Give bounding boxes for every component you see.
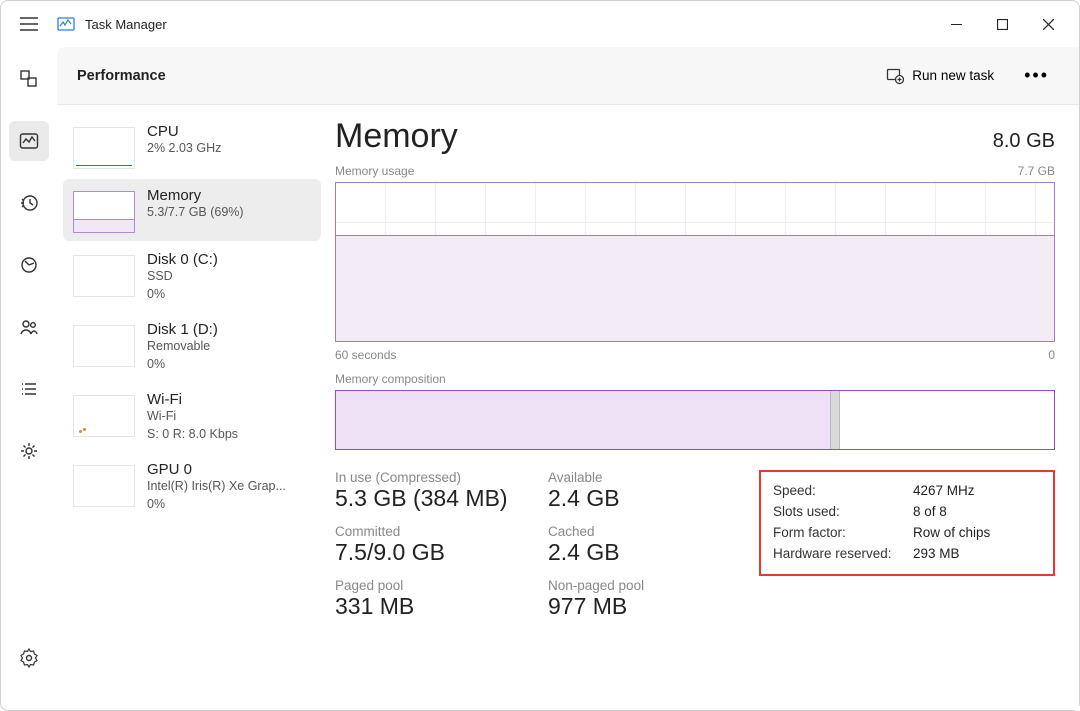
run-new-task-label: Run new task xyxy=(912,68,994,83)
nav-performance[interactable] xyxy=(9,121,49,161)
minimize-button[interactable] xyxy=(933,4,979,44)
nav-startup[interactable] xyxy=(9,245,49,285)
close-button[interactable] xyxy=(1025,4,1071,44)
maximize-button[interactable] xyxy=(979,4,1025,44)
memory-thumbnail xyxy=(73,191,135,233)
app-title: Task Manager xyxy=(85,17,167,32)
xaxis-left: 60 seconds xyxy=(335,348,396,362)
memory-details-box: Speed:4267 MHz Slots used:8 of 8 Form fa… xyxy=(759,470,1055,576)
card-memory[interactable]: Memory 5.3/7.7 GB (69%) xyxy=(63,179,321,241)
detail-title: Memory xyxy=(335,117,458,156)
detail-panel: Memory 8.0 GB Memory usage 7.7 GB 60 sec… xyxy=(327,105,1079,710)
card-disk0[interactable]: Disk 0 (C:) SSD 0% xyxy=(63,243,321,311)
card-gpu0[interactable]: GPU 0 Intel(R) Iris(R) Xe Grap... 0% xyxy=(63,453,321,521)
in-use-label: In use (Compressed) xyxy=(335,470,540,485)
usage-label: Memory usage xyxy=(335,164,414,178)
card-subtitle: 5.3/7.7 GB (69%) xyxy=(147,204,244,222)
card-title: Memory xyxy=(147,187,244,204)
reserved-label: Hardware reserved: xyxy=(773,546,913,561)
nav-details[interactable] xyxy=(9,369,49,409)
slots-label: Slots used: xyxy=(773,504,913,519)
speed-value: 4267 MHz xyxy=(913,483,975,498)
window: Task Manager xyxy=(0,0,1080,711)
detail-total: 8.0 GB xyxy=(993,130,1055,153)
wifi-thumbnail xyxy=(73,395,135,437)
app-icon xyxy=(57,15,75,33)
run-new-task-button[interactable]: Run new task xyxy=(876,61,1004,91)
card-subtitle: SSD xyxy=(147,268,218,286)
card-subtitle2: 0% xyxy=(147,356,218,374)
card-subtitle: Wi-Fi xyxy=(147,408,238,426)
card-disk1[interactable]: Disk 1 (D:) Removable 0% xyxy=(63,313,321,381)
form-value: Row of chips xyxy=(913,525,990,540)
page-header: Performance Run new task ••• xyxy=(57,47,1079,105)
committed-label: Committed xyxy=(335,524,540,539)
composition-label: Memory composition xyxy=(335,372,1055,386)
card-title: GPU 0 xyxy=(147,461,286,478)
page-title: Performance xyxy=(77,68,166,84)
reserved-value: 293 MB xyxy=(913,546,960,561)
memory-composition-chart xyxy=(335,390,1055,450)
xaxis-right: 0 xyxy=(1048,348,1055,362)
performance-cards: CPU 2% 2.03 GHz Memory 5.3/7.7 GB (69%) xyxy=(57,105,327,710)
committed-value: 7.5/9.0 GB xyxy=(335,539,540,566)
card-subtitle2: 0% xyxy=(147,286,218,304)
form-label: Form factor: xyxy=(773,525,913,540)
card-title: Wi-Fi xyxy=(147,391,238,408)
card-subtitle: 2% 2.03 GHz xyxy=(147,140,221,158)
nav-rail xyxy=(1,47,57,710)
memory-usage-chart xyxy=(335,182,1055,342)
more-options[interactable]: ••• xyxy=(1014,59,1059,92)
card-title: CPU xyxy=(147,123,221,140)
nonpaged-value: 977 MB xyxy=(548,593,678,620)
nav-services[interactable] xyxy=(9,431,49,471)
paged-label: Paged pool xyxy=(335,578,540,593)
slots-value: 8 of 8 xyxy=(913,504,947,519)
card-wifi[interactable]: Wi-Fi Wi-Fi S: 0 R: 8.0 Kbps xyxy=(63,383,321,451)
cached-label: Cached xyxy=(548,524,678,539)
nav-users[interactable] xyxy=(9,307,49,347)
cached-value: 2.4 GB xyxy=(548,539,678,566)
nav-settings[interactable] xyxy=(9,638,49,678)
titlebar: Task Manager xyxy=(1,1,1079,47)
nav-processes[interactable] xyxy=(9,59,49,99)
gpu-thumbnail xyxy=(73,465,135,507)
available-label: Available xyxy=(548,470,678,485)
hamburger-menu[interactable] xyxy=(9,4,49,44)
run-task-icon xyxy=(886,67,904,85)
nav-app-history[interactable] xyxy=(9,183,49,223)
disk1-thumbnail xyxy=(73,325,135,367)
card-cpu[interactable]: CPU 2% 2.03 GHz xyxy=(63,115,321,177)
nonpaged-label: Non-paged pool xyxy=(548,578,678,593)
speed-label: Speed: xyxy=(773,483,913,498)
card-title: Disk 1 (D:) xyxy=(147,321,218,338)
cpu-thumbnail xyxy=(73,127,135,169)
card-subtitle2: S: 0 R: 8.0 Kbps xyxy=(147,426,238,444)
paged-value: 331 MB xyxy=(335,593,540,620)
card-subtitle2: 0% xyxy=(147,496,286,514)
usage-max: 7.7 GB xyxy=(1018,164,1055,178)
available-value: 2.4 GB xyxy=(548,485,678,512)
disk0-thumbnail xyxy=(73,255,135,297)
card-subtitle: Removable xyxy=(147,338,218,356)
card-title: Disk 0 (C:) xyxy=(147,251,218,268)
card-subtitle: Intel(R) Iris(R) Xe Grap... xyxy=(147,478,286,496)
in-use-value: 5.3 GB (384 MB) xyxy=(335,485,540,512)
